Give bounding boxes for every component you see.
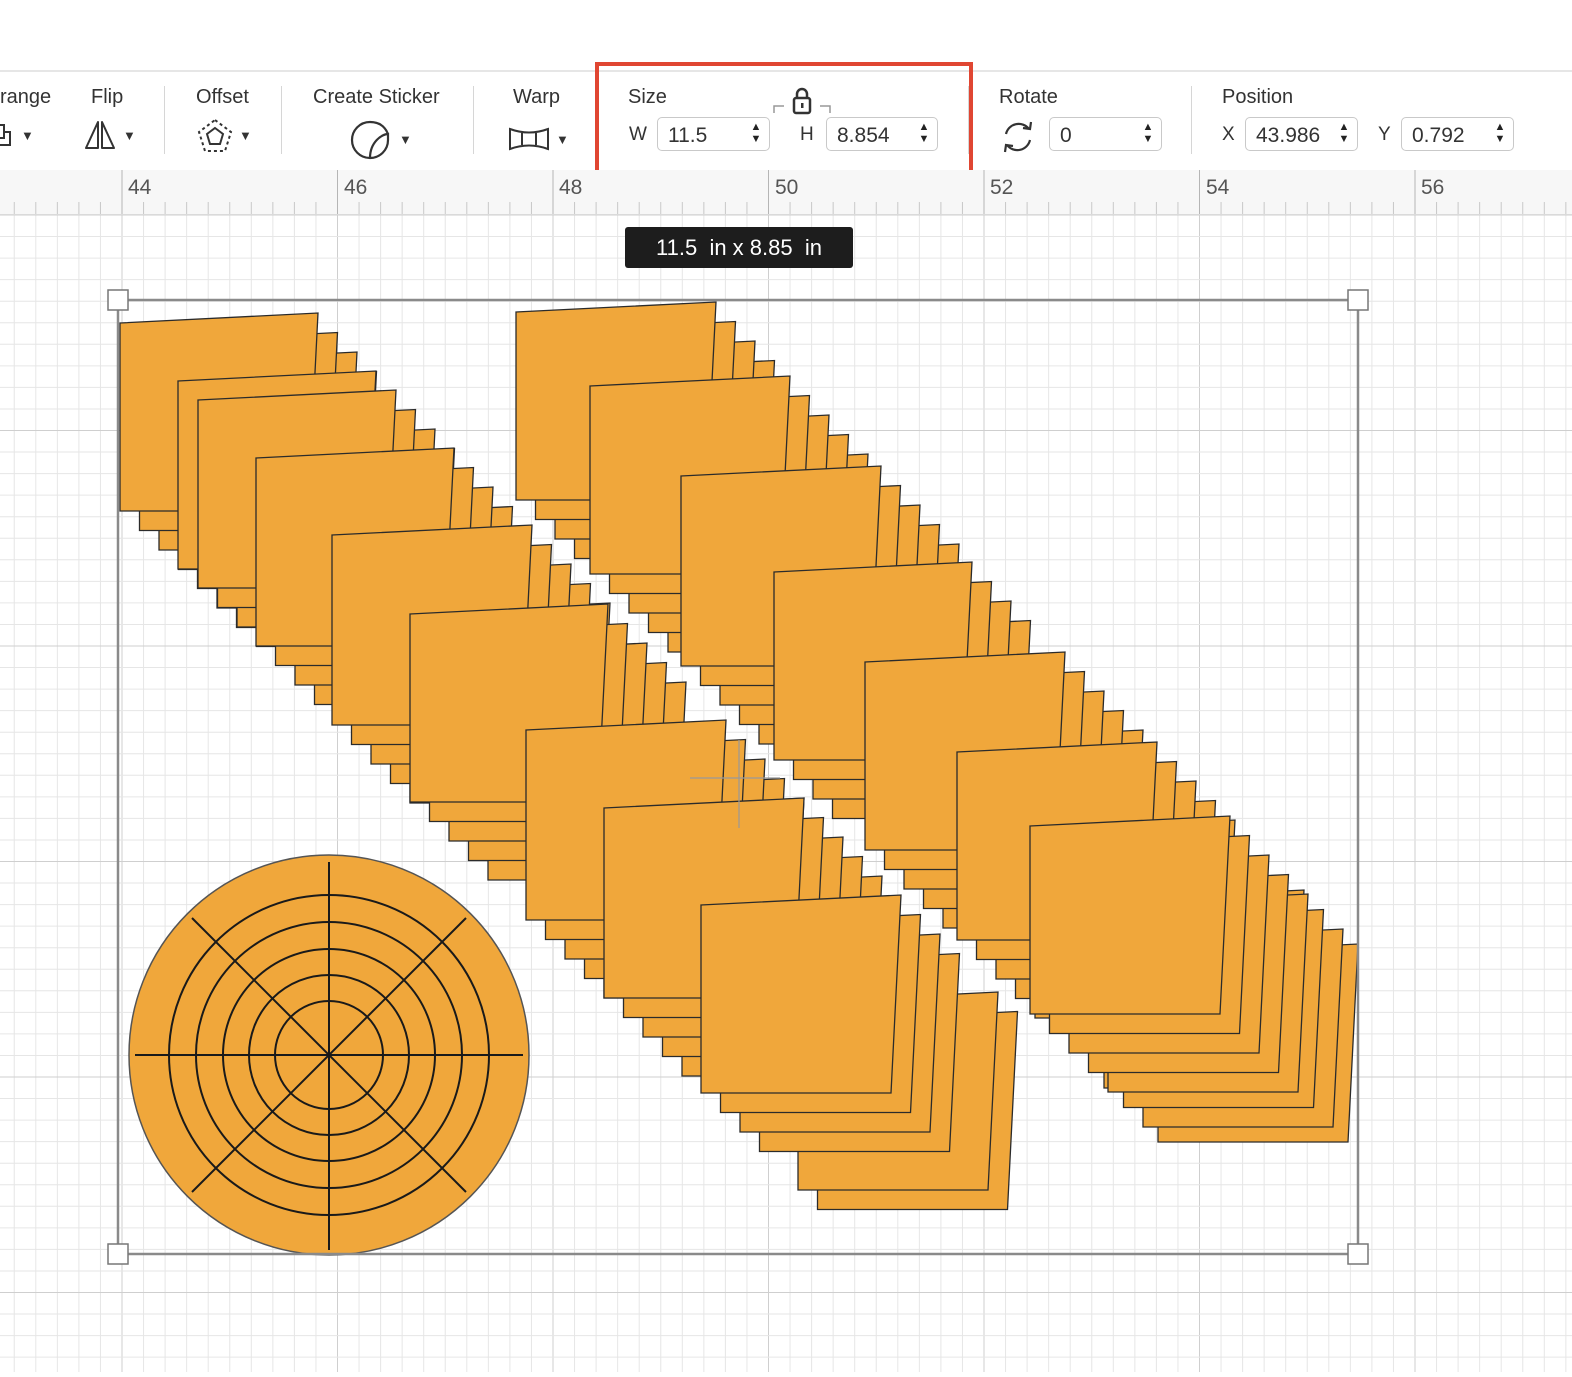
ruler-label: 44 xyxy=(128,176,152,199)
ruler-label: 46 xyxy=(344,176,368,199)
size-tooltip: 11.5 in x 8.85 in xyxy=(625,227,853,268)
flip-icon[interactable] xyxy=(84,119,116,151)
x-label: X xyxy=(1222,124,1235,145)
top-header-bar xyxy=(0,0,1572,72)
horizontal-ruler: 44 46 48 50 52 54 56 xyxy=(0,170,1572,215)
sticker-square-shape xyxy=(700,894,902,1094)
rotate-icon[interactable] xyxy=(1001,120,1035,154)
width-stepper[interactable]: ▲ ▼ xyxy=(747,121,765,148)
arrange-icon[interactable] xyxy=(0,122,16,148)
height-label: H xyxy=(800,124,814,145)
ruler-label: 50 xyxy=(775,176,799,199)
offset-dropdown-icon[interactable]: ▼ xyxy=(239,128,252,143)
width-value: 11.5 xyxy=(668,124,708,147)
design-canvas[interactable] xyxy=(0,214,1572,1372)
y-position-field[interactable]: 0.792 ▲ ▼ xyxy=(1401,117,1514,151)
x-position-stepper[interactable]: ▲ ▼ xyxy=(1335,121,1353,148)
size-label: Size xyxy=(628,86,667,108)
offset-icon[interactable] xyxy=(197,118,233,154)
sticker-square-shape xyxy=(1029,815,1231,1015)
y-position-stepper[interactable]: ▲ ▼ xyxy=(1491,121,1509,148)
height-field[interactable]: 8.854 ▲ ▼ xyxy=(826,117,938,151)
flip-dropdown-icon[interactable]: ▼ xyxy=(123,128,136,143)
x-position-value: 43.986 xyxy=(1256,124,1321,147)
height-stepper[interactable]: ▲ ▼ xyxy=(915,121,933,148)
arrange-label: range xyxy=(0,86,52,108)
y-position-value: 0.792 xyxy=(1412,124,1465,147)
create-sticker-label: Create Sticker xyxy=(313,86,440,108)
rotate-stepper[interactable]: ▲ ▼ xyxy=(1139,121,1157,148)
create-sticker-icon[interactable] xyxy=(348,118,392,162)
width-field[interactable]: 11.5 ▲ ▼ xyxy=(657,117,770,151)
y-label: Y xyxy=(1378,124,1391,145)
resize-handle-top-right xyxy=(1347,289,1369,311)
ruler-label: 52 xyxy=(990,176,1014,199)
position-label: Position xyxy=(1222,86,1294,108)
warp-label: Warp xyxy=(513,86,561,108)
canvas-artwork[interactable] xyxy=(0,214,1572,1372)
resize-handle-top-left xyxy=(107,289,129,311)
resize-handle-bottom-right xyxy=(1347,1243,1369,1265)
edit-toolbar: range ▼ Flip ▼ Offset ▼ Create Sticker ▼… xyxy=(0,72,1572,172)
ruler-label: 48 xyxy=(559,176,583,199)
height-value: 8.854 xyxy=(837,124,890,147)
warp-dropdown-icon[interactable]: ▼ xyxy=(556,132,569,147)
circle-shape xyxy=(128,854,530,1256)
width-label: W xyxy=(629,124,647,145)
warp-icon[interactable] xyxy=(508,126,550,152)
rotate-field[interactable]: 0 ▲ ▼ xyxy=(1049,117,1162,151)
offset-label: Offset xyxy=(196,86,249,108)
create-sticker-dropdown-icon[interactable]: ▼ xyxy=(399,132,412,147)
flip-label: Flip xyxy=(91,86,124,108)
ruler-label: 54 xyxy=(1206,176,1230,199)
aspect-lock-icon[interactable] xyxy=(772,87,832,117)
rotate-value: 0 xyxy=(1060,124,1072,147)
resize-handle-bottom-left xyxy=(107,1243,129,1265)
ruler-label: 56 xyxy=(1421,176,1445,199)
x-position-field[interactable]: 43.986 ▲ ▼ xyxy=(1245,117,1358,151)
arrange-dropdown-icon[interactable]: ▼ xyxy=(21,128,34,143)
rotate-label: Rotate xyxy=(999,86,1058,108)
